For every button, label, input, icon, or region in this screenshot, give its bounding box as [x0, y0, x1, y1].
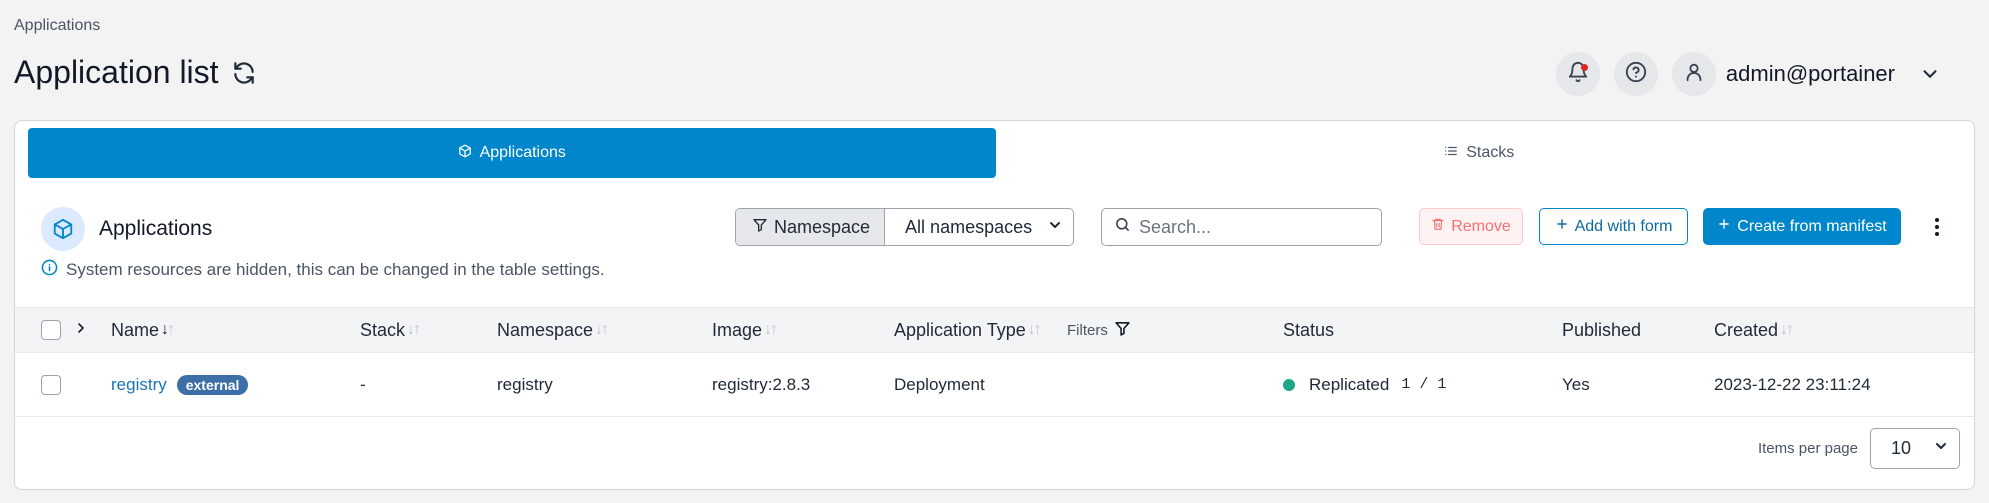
filter-icon: [1114, 320, 1131, 341]
created-cell: 2023-12-22 23:11:24: [1714, 374, 1871, 394]
help-button[interactable]: [1613, 52, 1658, 96]
sort-icon: ↓↑: [161, 321, 175, 338]
info-message: System resources are hidden, this can be…: [41, 259, 605, 281]
column-header-app-type[interactable]: Application Type ↓↑: [894, 308, 1042, 352]
application-name-link[interactable]: registry: [111, 375, 167, 395]
items-per-page-label: Items per page: [1757, 440, 1858, 457]
chevron-down-icon: [1047, 217, 1063, 238]
remove-label: Remove: [1451, 217, 1511, 235]
cube-icon: [41, 207, 85, 251]
header-label: Namespace: [497, 319, 594, 340]
column-header-name[interactable]: Name ↓↑: [111, 308, 175, 352]
sort-icon: ↓↑: [595, 321, 609, 338]
column-header-namespace[interactable]: Namespace ↓↑: [497, 308, 609, 352]
column-header-created[interactable]: Created ↓↑: [1714, 308, 1794, 352]
status-dot: [1283, 378, 1295, 391]
tab-label: Applications: [479, 144, 566, 161]
filters-button[interactable]: Filters: [1067, 308, 1131, 352]
breadcrumb[interactable]: Applications: [14, 17, 100, 35]
pagination-footer: Items per page 10: [1758, 428, 1960, 469]
header-label: Created: [1714, 319, 1779, 340]
select-all-checkbox[interactable]: [41, 320, 61, 340]
plus-icon: [1555, 217, 1569, 236]
add-with-form-label: Add with form: [1574, 217, 1673, 235]
search-input[interactable]: Search...: [1101, 208, 1382, 246]
header-label: Image: [712, 319, 763, 340]
header-label: Published: [1562, 319, 1642, 340]
column-header-published: Published: [1562, 308, 1641, 352]
page-title: Application list: [14, 54, 257, 91]
namespace-select[interactable]: All namespaces: [885, 209, 1073, 245]
image-cell: registry:2.8.3: [712, 374, 811, 394]
header-label: Name: [111, 319, 160, 340]
notifications-button[interactable]: [1555, 52, 1600, 96]
filter-icon: [752, 217, 768, 238]
header-label: Stack: [360, 319, 406, 340]
app-type-cell: Deployment: [894, 374, 985, 394]
tab-applications[interactable]: Applications: [28, 128, 996, 178]
name-cell: registry external: [111, 353, 249, 416]
replica-count: 1 / 1: [1401, 376, 1447, 393]
page-title-text: Application list: [14, 54, 219, 90]
header-label: Status: [1283, 319, 1335, 340]
refresh-icon[interactable]: [231, 60, 257, 86]
sort-icon: ↓↑: [764, 321, 778, 338]
column-header-status: Status: [1283, 308, 1334, 352]
status-text: Replicated: [1309, 374, 1390, 394]
chevron-right-icon[interactable]: [73, 320, 89, 341]
namespace-selected-value: All namespaces: [905, 216, 1033, 237]
search-placeholder: Search...: [1139, 216, 1212, 237]
select-all-cell: [41, 308, 61, 352]
expand-all-cell: [73, 308, 89, 352]
items-per-page-select[interactable]: 10: [1870, 428, 1960, 469]
section-title: Applications: [99, 217, 213, 240]
user-icon: [1683, 61, 1705, 88]
table-header: Name ↓↑ Stack ↓↑ Namespace ↓↑ Image ↓↑ Appli…: [15, 307, 1974, 353]
add-with-form-button[interactable]: Add with form: [1539, 208, 1688, 245]
published-cell: Yes: [1562, 374, 1590, 394]
tab-bar: Applications Stacks: [28, 128, 1963, 178]
remove-button[interactable]: Remove: [1419, 208, 1523, 245]
header-label: Application Type: [894, 319, 1026, 340]
create-from-manifest-button[interactable]: Create from manifest: [1703, 208, 1901, 245]
column-header-image[interactable]: Image ↓↑: [712, 308, 778, 352]
filters-label: Filters: [1067, 321, 1108, 339]
namespace-cell: registry: [497, 374, 553, 394]
stack-cell: -: [360, 374, 366, 394]
row-checkbox[interactable]: [41, 374, 61, 395]
info-icon: [41, 259, 58, 281]
list-icon: [1444, 144, 1458, 163]
more-options-icon[interactable]: [1929, 217, 1945, 237]
namespace-filter: Namespace All namespaces: [735, 208, 1075, 246]
search-icon: [1114, 216, 1131, 238]
table-row: registry external - registry registry:2.…: [15, 353, 1974, 417]
namespace-label-text: Namespace: [774, 216, 871, 237]
notification-dot: [1580, 64, 1588, 71]
trash-icon: [1431, 217, 1445, 236]
header-user-area: admin@portainer: [1555, 52, 1941, 96]
cube-icon: [458, 144, 472, 163]
applications-card: Applications Stacks Applications System …: [14, 120, 1975, 490]
avatar[interactable]: [1671, 52, 1716, 96]
chevron-down-icon: [1933, 438, 1949, 459]
chevron-down-icon[interactable]: [1919, 63, 1941, 85]
external-badge: external: [176, 374, 249, 395]
column-header-stack[interactable]: Stack ↓↑: [360, 308, 421, 352]
tab-stacks[interactable]: Stacks: [996, 128, 1964, 178]
section-header: Applications: [41, 207, 212, 251]
row-select-cell: [41, 353, 61, 416]
items-per-page-value: 10: [1891, 438, 1912, 458]
sort-icon: ↓↑: [407, 321, 421, 338]
status-cell: Replicated 1 / 1: [1283, 353, 1446, 416]
help-icon: [1625, 61, 1647, 88]
tab-label: Stacks: [1466, 144, 1515, 161]
info-text: System resources are hidden, this can be…: [66, 260, 605, 279]
sort-icon: ↓↑: [1027, 321, 1042, 338]
sort-icon: ↓↑: [1780, 321, 1794, 338]
create-from-manifest-label: Create from manifest: [1737, 217, 1887, 235]
namespace-label: Namespace: [736, 209, 886, 245]
user-name[interactable]: admin@portainer: [1726, 61, 1895, 87]
plus-icon: [1717, 217, 1731, 236]
